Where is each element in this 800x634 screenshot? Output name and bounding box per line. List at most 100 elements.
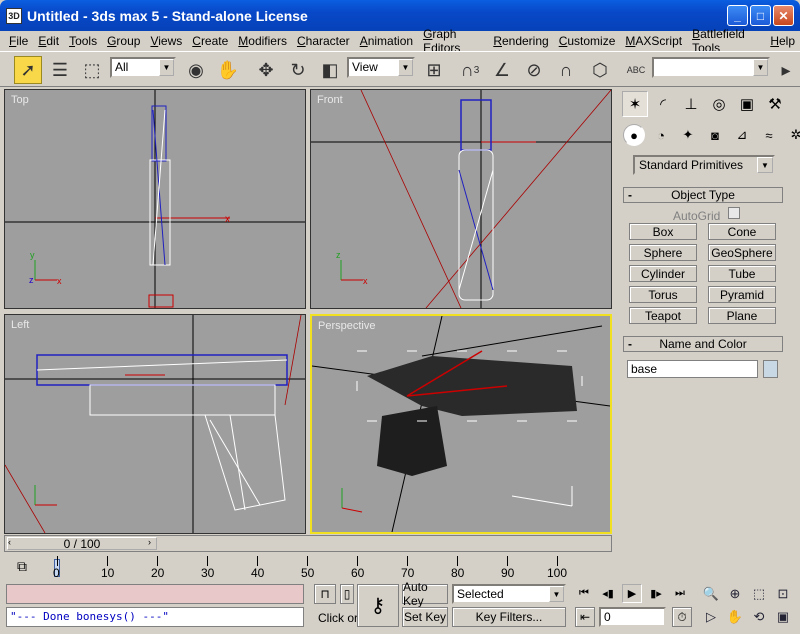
go-to-end-icon[interactable]: ⏭ <box>670 584 690 603</box>
svg-text:z: z <box>336 250 341 260</box>
plane-button[interactable]: Plane <box>708 307 776 324</box>
modify-tab-icon[interactable]: ◜ <box>650 91 676 117</box>
menu-customize[interactable]: Customize <box>554 34 621 48</box>
display-tab-icon[interactable]: ▣ <box>734 91 760 117</box>
select-scale-icon[interactable]: ◧ <box>316 56 344 84</box>
menu-help[interactable]: Help <box>765 34 800 48</box>
teapot-button[interactable]: Teapot <box>629 307 697 324</box>
maximize-button[interactable]: □ <box>750 5 771 26</box>
absolute-mode-icon[interactable]: ▯ <box>340 584 354 604</box>
motion-tab-icon[interactable]: ◎ <box>706 91 732 117</box>
maxscript-listener-input[interactable] <box>6 584 304 604</box>
select-manipulate-icon[interactable]: ✋ <box>214 56 242 84</box>
object-name-field[interactable]: base <box>627 360 758 378</box>
name-color-rollout[interactable]: - Name and Color <box>623 336 783 352</box>
named-selection-icon[interactable]: ⬡ <box>586 56 614 84</box>
menu-character[interactable]: Character <box>292 34 355 48</box>
pyramid-button[interactable]: Pyramid <box>708 286 776 303</box>
region-select-icon[interactable]: ⬚ <box>78 56 106 84</box>
arc-rotate-icon[interactable]: ⟲ <box>748 607 770 627</box>
select-arrow-icon[interactable]: ➚ <box>14 56 42 84</box>
hierarchy-tab-icon[interactable]: ⊥ <box>678 91 704 117</box>
systems-icon[interactable]: ✲ <box>785 124 800 146</box>
pivot-center-icon[interactable]: ⊞ <box>420 56 448 84</box>
cameras-icon[interactable]: ◙ <box>704 124 726 146</box>
key-selection-dropdown[interactable]: Selected ▼ <box>452 584 566 604</box>
geosphere-button[interactable]: GeoSphere <box>708 244 776 261</box>
abc-icon[interactable]: ABC <box>622 56 650 84</box>
time-slider[interactable]: 0 / 100 ‹ › <box>4 535 612 552</box>
select-rotate-icon[interactable]: ↻ <box>284 56 312 84</box>
zoom-extents-all-icon[interactable]: ⊡ <box>772 584 794 604</box>
set-key-mode-icon[interactable]: ⚷ <box>357 584 399 627</box>
create-tab-icon[interactable]: ✶ <box>622 91 648 117</box>
space-warps-icon[interactable]: ≈ <box>758 124 780 146</box>
auto-key-button[interactable]: Auto Key <box>402 580 448 608</box>
sphere-button[interactable]: Sphere <box>629 244 697 261</box>
pan-icon[interactable]: ✋ <box>724 607 746 627</box>
percent-snap-icon[interactable]: ⊘ <box>520 56 548 84</box>
menu-file[interactable]: File <box>4 34 33 48</box>
cone-button[interactable]: Cone <box>708 223 776 240</box>
current-frame-field[interactable]: 0 <box>599 607 666 627</box>
field-of-view-icon[interactable]: ▷ <box>700 607 722 627</box>
cylinder-button[interactable]: Cylinder <box>629 265 697 282</box>
geometry-icon[interactable]: ● <box>623 124 645 146</box>
zoom-icon[interactable]: 🔍 <box>700 584 722 604</box>
torus-button[interactable]: Torus <box>629 286 697 303</box>
menu-animation[interactable]: Animation <box>355 34 418 48</box>
key-mode-toggle-icon[interactable]: ⇤ <box>575 607 595 627</box>
maxscript-listener-output[interactable]: "--- Done bonesys() ---" <box>6 607 304 627</box>
named-selection-sets-dropdown[interactable]: ▼ <box>652 57 770 78</box>
previous-frame-icon[interactable]: ◂▮ <box>598 584 618 603</box>
viewport-left[interactable]: Left <box>4 314 306 534</box>
tube-button[interactable]: Tube <box>708 265 776 282</box>
object-color-swatch[interactable] <box>763 360 778 378</box>
shapes-icon[interactable]: ◔ <box>650 124 672 146</box>
menu-group[interactable]: Group <box>102 34 145 48</box>
play-icon[interactable]: ▶ <box>622 584 642 603</box>
menu-edit[interactable]: Edit <box>33 34 64 48</box>
ref-coord-dropdown[interactable]: View ▼ <box>347 57 415 78</box>
object-type-rollout[interactable]: - Object Type <box>623 187 783 203</box>
lights-icon[interactable]: ✦ <box>677 124 699 146</box>
zoom-all-icon[interactable]: ⊕ <box>724 584 746 604</box>
title-bar: 3D Untitled - 3ds max 5 - Stand-alone Li… <box>0 0 800 31</box>
autogrid-checkbox[interactable] <box>728 207 740 219</box>
toolbar-scroll-icon[interactable]: ▸ <box>778 56 794 84</box>
zoom-extents-icon[interactable]: ⬚ <box>748 584 770 604</box>
viewport-perspective[interactable]: Perspective <box>310 314 612 534</box>
menu-modifiers[interactable]: Modifiers <box>233 34 292 48</box>
select-object-icon[interactable]: ◉ <box>182 56 210 84</box>
menu-create[interactable]: Create <box>187 34 233 48</box>
close-button[interactable]: ✕ <box>773 5 794 26</box>
curve-editor-icon[interactable]: ⧉ <box>17 558 37 576</box>
key-filters-button[interactable]: Key Filters... <box>452 607 566 627</box>
next-frame-icon[interactable]: ▮▸ <box>646 584 666 603</box>
menu-tools[interactable]: Tools <box>64 34 102 48</box>
helpers-icon[interactable]: ⊿ <box>731 124 753 146</box>
category-dropdown[interactable]: Standard Primitives ▼ <box>633 155 775 175</box>
menu-views[interactable]: Views <box>145 34 187 48</box>
viewport-front[interactable]: Front z x <box>310 89 612 309</box>
selection-filter-dropdown[interactable]: All ▼ <box>110 57 176 78</box>
angle-snap-icon[interactable]: ∠ <box>488 56 516 84</box>
time-configuration-icon[interactable]: ⏱ <box>672 607 692 627</box>
go-to-start-icon[interactable]: ⏮ <box>574 584 594 603</box>
maximize-viewport-icon[interactable]: ▣ <box>772 607 794 627</box>
select-move-icon[interactable]: ✥ <box>252 56 280 84</box>
track-bar[interactable]: ⧉ 0 10 20 30 40 50 60 70 80 90 100 <box>0 556 615 582</box>
lock-selection-icon[interactable]: ⊓ <box>314 584 336 604</box>
set-key-button[interactable]: Set Key <box>402 607 448 627</box>
utilities-tab-icon[interactable]: ⚒ <box>762 91 788 117</box>
menu-maxscript[interactable]: MAXScript <box>620 34 687 48</box>
menu-rendering[interactable]: Rendering <box>488 34 553 48</box>
viewport-top[interactable]: Top x y x z <box>4 89 306 309</box>
box-button[interactable]: Box <box>629 223 697 240</box>
time-slider-thumb[interactable]: 0 / 100 <box>7 537 157 551</box>
front-view-wireframe: z x <box>311 90 611 308</box>
spinner-snap-icon[interactable]: ∩ <box>552 56 580 84</box>
select-by-name-icon[interactable]: ☰ <box>46 56 74 84</box>
snap-toggle-icon[interactable]: ∩ 3 <box>456 56 484 84</box>
minimize-button[interactable]: _ <box>727 5 748 26</box>
